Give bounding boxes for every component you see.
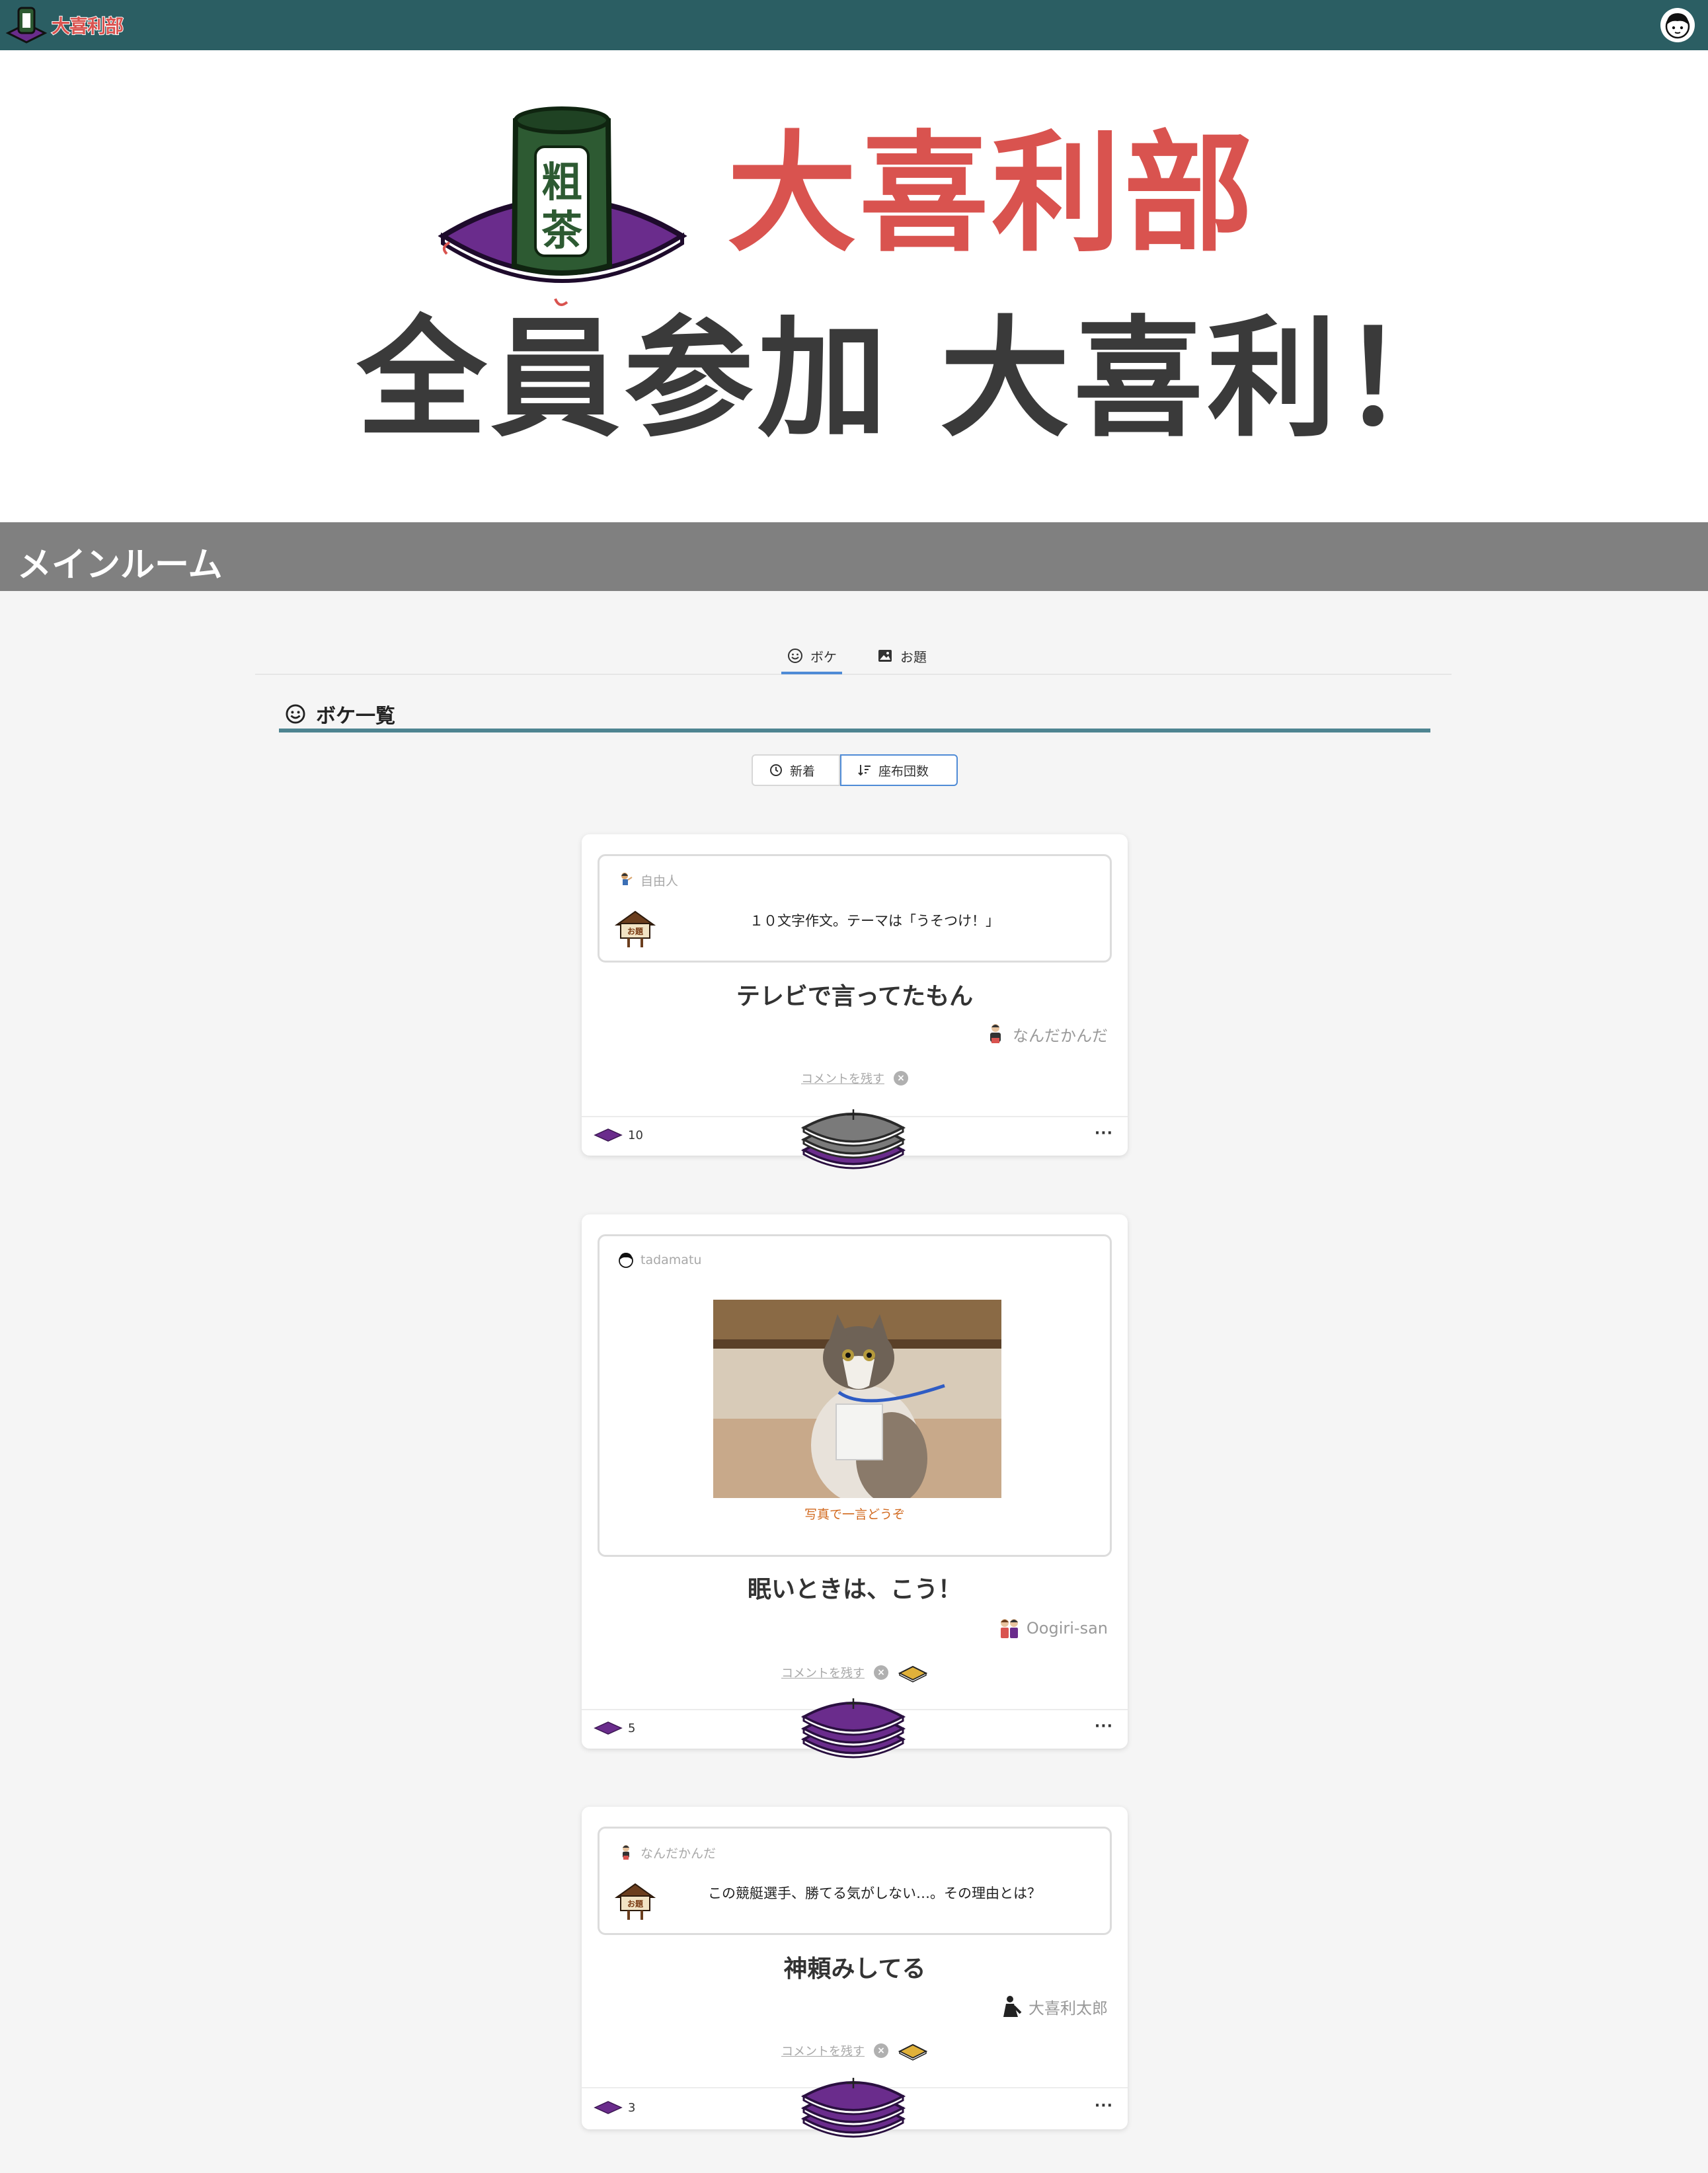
author-name: 大喜利太郎 [1029,1998,1108,2018]
room-header: メインルーム [0,522,1708,591]
zabuton-count-value: 10 [628,1128,643,1142]
zabuton-icon [594,2101,622,2114]
sort-new-label: 新着 [790,764,816,779]
top-navbar: 大喜利部 [0,0,1708,50]
theme-text: １０文字作文。テーマは「うそつけ！」 [750,913,999,929]
comment-row: コメントを残す × [582,1070,1128,1087]
author-name: なんだかんだ [1013,1026,1108,1045]
zabuton-count: 3 [594,2100,635,2115]
smile-icon [788,649,802,663]
tabs-divider [255,674,1452,675]
boke-card: 自由人 １０文字作文。テーマは「うそつけ！」 テレビで言ってたもん なんだかんだ… [582,834,1128,1169]
poster-avatar-icon [619,1253,633,1268]
poster-name: tadamatu [640,1253,702,1267]
boke-answer: テレビで言ってたもん [736,983,974,1010]
poster-name: なんだかんだ [640,1846,717,1861]
boke-answer: 眠いときは、こう！ [747,1576,962,1603]
more-options-icon[interactable]: ··· [1095,1125,1113,1142]
zabuton-stack-button[interactable] [798,2057,908,2143]
theme-poster[interactable]: tadamatu [617,1251,701,1269]
zabuton-stack-button[interactable] [798,1677,908,1763]
close-icon[interactable]: × [874,2043,888,2058]
hero-subtitle: 全員参加 大喜利！ [357,304,1475,455]
cat-photo-image [713,1300,1001,1498]
tab-boke[interactable]: ボケ [781,639,842,674]
poster-name: 自由人 [640,873,679,889]
brand-logo-icon[interactable] [5,4,48,46]
theme-poster[interactable]: なんだかんだ [617,1843,716,1862]
sort-new-button[interactable]: 新着 [752,754,840,786]
boke-author[interactable]: 大喜利太郎 [998,1993,1108,2020]
more-options-icon[interactable]: ··· [1095,1718,1113,1735]
section-title: ボケ一覧 [316,705,395,728]
smile-icon [286,704,305,724]
odai-photo [713,1300,1001,1498]
sort-descending-icon [858,765,871,776]
poster-avatar-icon [621,873,633,885]
photo-caption: 写真で一言どうぞ [804,1507,905,1522]
theme-box[interactable]: 自由人 １０文字作文。テーマは「うそつけ！」 [598,854,1112,963]
zabuton-icon [594,1128,622,1142]
zabuton-count: 5 [594,1721,635,1735]
user-avatar[interactable] [1660,8,1695,42]
theme-text: この競艇選手、勝てる気がしない…。その理由とは？ [708,1885,1041,1901]
clock-icon [770,764,782,776]
boke-card: なんだかんだ この競艇選手、勝てる気がしない…。その理由とは？ 神頼みしてる 大… [582,1807,1128,2138]
sign-board-icon [616,1883,654,1920]
tab-boke-label: ボケ [810,649,837,665]
author-avatar-icon [990,1024,1001,1043]
zabuton-count: 10 [594,1128,643,1142]
leave-comment-link[interactable]: コメントを残す [801,1070,884,1087]
boke-answer: 神頼みしてる [783,1956,926,1983]
sign-board-icon [616,911,654,948]
theme-box[interactable]: なんだかんだ この競艇選手、勝てる気がしない…。その理由とは？ [598,1827,1112,1935]
sort-zabuton-label: 座布団数 [878,764,929,779]
zabuton-icon [594,1721,622,1735]
room-title: メインルーム [17,545,223,585]
more-options-icon[interactable]: ··· [1095,2098,1113,2114]
tab-odai[interactable]: お題 [876,639,927,673]
sort-toggle-group: 新着 座布団数 [752,754,958,786]
tab-odai-label: お題 [900,649,927,665]
zabuton-count-value: 5 [628,1721,636,1735]
section-heading: ボケ一覧 [284,699,395,729]
hero-banner: 粗 茶 大喜利部 全員参加 大喜利！ [0,50,1708,522]
logo-char-2: 茶 [541,206,583,255]
boke-author[interactable]: なんだかんだ [982,1021,1108,1047]
close-icon[interactable]: × [894,1071,908,1086]
zabuton-stack-button[interactable] [798,1088,908,1174]
section-underline [279,729,1430,732]
logo-char-1: 粗 [541,158,582,206]
author-avatar-icon [1000,1619,1018,1638]
author-name: Oogiri-san [1026,1619,1108,1638]
boke-author[interactable]: Oogiri-san [996,1615,1108,1641]
boke-card: tadamatu 写真で一言どうぞ 眠いときは、こう！ Oogiri-san コ… [582,1214,1128,1758]
author-avatar-icon [1003,1996,1022,2017]
brand-logo-text[interactable]: 大喜利部 [51,12,124,38]
poster-avatar-icon [623,1845,629,1860]
image-icon [878,650,892,662]
zabuton-count-value: 3 [628,2100,636,2115]
sort-zabuton-button[interactable]: 座布団数 [840,754,958,786]
theme-poster[interactable]: 自由人 [617,871,678,889]
hero-title: 大喜利部 [727,119,1257,270]
theme-box[interactable]: tadamatu 写真で一言どうぞ [598,1234,1112,1557]
